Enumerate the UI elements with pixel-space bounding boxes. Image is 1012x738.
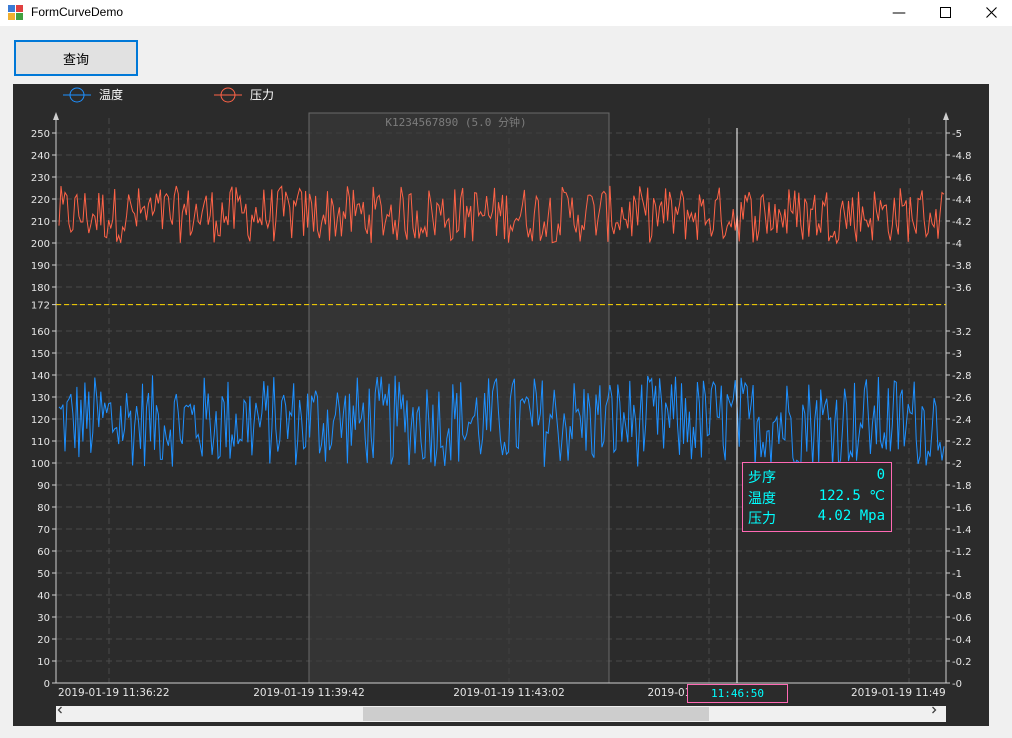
left-tick-label: 90 [37, 481, 50, 492]
window-bottom-strip [0, 726, 1012, 738]
left-tick-label: 230 [31, 173, 50, 184]
left-tick-label: 190 [31, 261, 50, 272]
right-tick-label: -1.8 [952, 481, 972, 492]
legend-pressure-label: 压力 [250, 88, 274, 102]
chart-scrollbar[interactable] [56, 706, 946, 722]
right-tick-label: -0.2 [952, 657, 972, 668]
left-tick-label: 240 [31, 151, 50, 162]
tooltip-row-pressure: 压力 4.02 Mpa [748, 508, 885, 529]
right-axis-ticks: -5 -4.8 -4.6 -4.4 -4.2 -4 -3.8 -3.6 -3.2 -3 -2.8 -2… [946, 129, 972, 690]
right-tick-label: -3 [952, 349, 962, 360]
left-tick-label: 250 [31, 129, 50, 140]
right-tick-label: -3.2 [952, 327, 972, 338]
right-tick-label: -1.6 [952, 503, 972, 514]
left-tick-label: 50 [37, 569, 50, 580]
right-tick-label: -4.2 [952, 217, 972, 228]
right-tick-label: -0.6 [952, 613, 972, 624]
right-tick-label: -5 [952, 129, 962, 140]
left-tick-label: 172 [31, 301, 50, 312]
x-tick-label: 2019-01-19 11:39:42 [253, 687, 365, 699]
scroll-right-button[interactable] [930, 706, 946, 722]
right-tick-label: -0 [952, 679, 962, 690]
right-tick-label: -3.8 [952, 261, 972, 272]
selection-label: K1234567890 (5.0 分钟) [385, 115, 526, 129]
left-tick-label: 160 [31, 327, 50, 338]
tooltip-pressure-value: 4.02 Mpa [817, 508, 885, 524]
x-tick-label: 2019-01-19 11:49 [851, 687, 946, 699]
left-tick-label: 80 [37, 503, 50, 514]
tooltip-temp-label: 温度 [748, 490, 776, 507]
cursor-time-marker: 11:46:50 [687, 684, 788, 703]
legend-temperature-label: 温度 [99, 87, 123, 102]
left-tick-label: 0 [44, 679, 50, 690]
minimize-icon: — [892, 5, 906, 21]
legend: 温度 压力 [63, 87, 274, 103]
left-tick-label: 130 [31, 393, 50, 404]
x-tick-label: 2019-01-19 11:36:22 [58, 687, 170, 699]
right-tick-label: -4.6 [952, 173, 972, 184]
right-tick-label: -4 [952, 239, 962, 250]
left-tick-label: 20 [37, 635, 50, 646]
x-tick-label: 2019-01-19 11:43:02 [453, 687, 565, 699]
right-tick-label: -1.4 [952, 525, 972, 536]
left-tick-label: 120 [31, 415, 50, 426]
left-tick-label: 210 [31, 217, 50, 228]
left-tick-label: 200 [31, 239, 50, 250]
minimize-button[interactable]: — [876, 0, 922, 26]
right-tick-label: -3.6 [952, 283, 972, 294]
tooltip-step-value: 0 [876, 467, 885, 483]
tooltip-temp-value: 122.5 ℃ [818, 487, 885, 504]
tooltip-step-label: 步序 [748, 470, 776, 486]
chevron-right-icon [932, 706, 937, 714]
title-bar: FormCurveDemo — [0, 0, 1012, 26]
left-tick-label: 220 [31, 195, 50, 206]
left-tick-label: 70 [37, 525, 50, 536]
right-tick-label: -4.4 [952, 195, 972, 206]
tooltip-row-step: 步序 0 [748, 467, 885, 488]
left-tick-label: 100 [31, 459, 50, 470]
right-tick-label: -1 [952, 569, 962, 580]
chart-canvas: K1234567890 (5.0 分钟) 2502402302202102001… [31, 87, 972, 699]
window-title: FormCurveDemo [31, 5, 124, 19]
right-tick-label: -2.4 [952, 415, 972, 426]
left-tick-label: 150 [31, 349, 50, 360]
right-tick-label: -2 [952, 459, 962, 470]
left-tick-label: 10 [37, 657, 50, 668]
app-icon [8, 5, 23, 20]
maximize-button[interactable] [922, 0, 968, 26]
left-tick-label: 40 [37, 591, 50, 602]
tooltip-row-temperature: 温度 122.5 ℃ [748, 488, 885, 509]
right-tick-label: -2.6 [952, 393, 972, 404]
x-axis-ticks: 2019-01-19 11:36:22 2019-01-19 11:39:42 20… [58, 687, 946, 699]
cursor-tooltip: 步序 0 温度 122.5 ℃ 压力 4.02 Mpa [742, 462, 892, 532]
right-tick-label: -2.2 [952, 437, 972, 448]
close-icon [985, 7, 997, 18]
legend-item-temperature[interactable]: 温度 [63, 87, 123, 103]
chevron-left-icon [57, 706, 62, 714]
right-tick-label: -1.2 [952, 547, 972, 558]
left-axis-ticks: 2502402302202102001901801721601501401301… [31, 129, 56, 690]
legend-item-pressure[interactable]: 压力 [214, 87, 274, 103]
close-button[interactable] [968, 0, 1012, 26]
maximize-icon [939, 7, 951, 18]
right-tick-label: -4.8 [952, 151, 972, 162]
scroll-thumb[interactable] [363, 707, 709, 721]
left-tick-label: 30 [37, 613, 50, 624]
tooltip-pressure-label: 压力 [748, 511, 776, 527]
right-tick-label: -0.4 [952, 635, 972, 646]
query-button[interactable]: 查询 [14, 40, 138, 76]
scroll-left-button[interactable] [56, 706, 72, 722]
right-tick-label: -0.8 [952, 591, 972, 602]
curve-chart[interactable]: K1234567890 (5.0 分钟) 250 240 230 220 210 200 1… [13, 84, 989, 726]
left-tick-label: 110 [31, 437, 50, 448]
left-tick-label: 180 [31, 283, 50, 294]
right-tick-label: -2.8 [952, 371, 972, 382]
left-tick-label: 60 [37, 547, 50, 558]
left-tick-label: 140 [31, 371, 50, 382]
